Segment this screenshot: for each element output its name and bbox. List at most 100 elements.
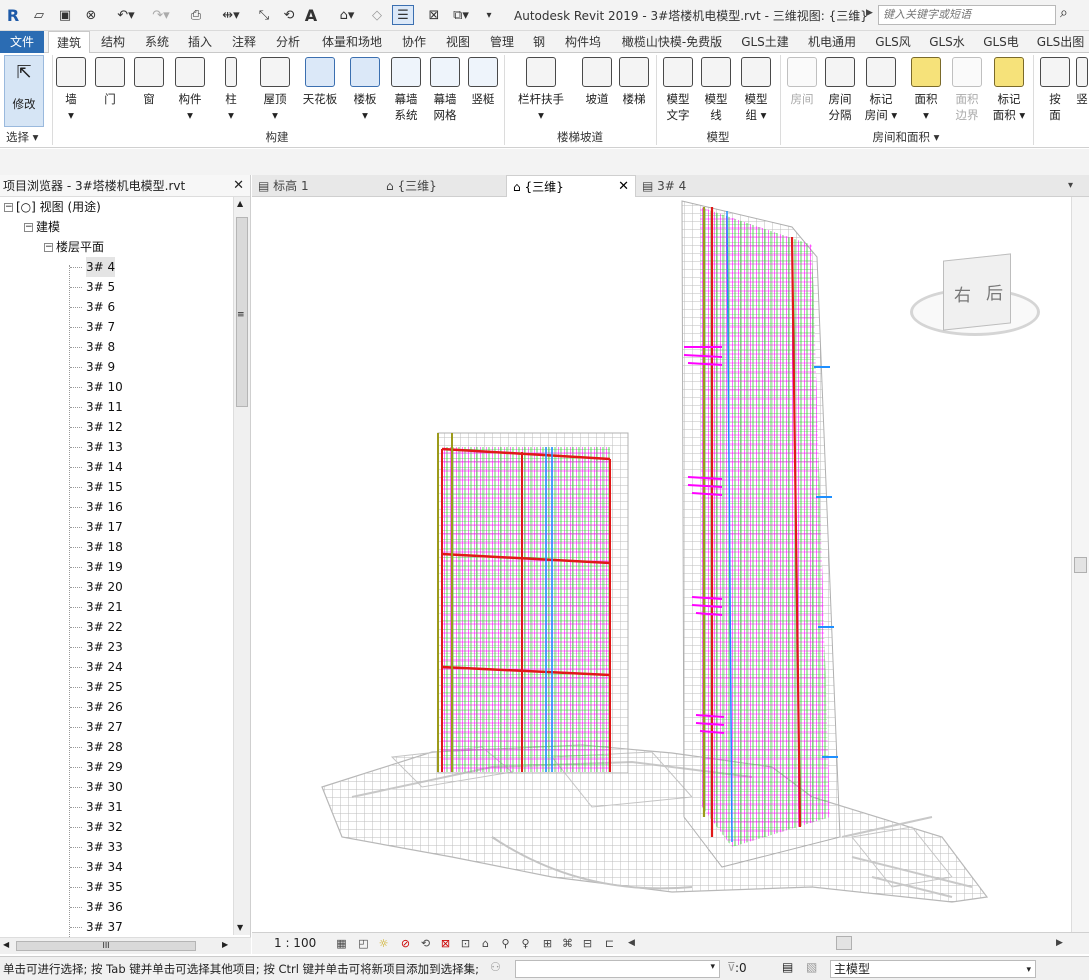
- dimension-icon[interactable]: ⤡: [254, 5, 274, 25]
- curtain-system-button[interactable]: 幕墙 系统: [387, 55, 425, 135]
- floor-plan-item[interactable]: 3# 31: [86, 797, 123, 817]
- floor-button[interactable]: 楼板 ▾: [346, 55, 384, 135]
- floor-plan-item[interactable]: 3# 6: [86, 297, 115, 317]
- customize-qat-icon[interactable]: ▾: [482, 5, 496, 25]
- chevron-down-icon[interactable]: ▾: [1026, 962, 1031, 978]
- wall-button[interactable]: 墙 ▾: [52, 55, 90, 135]
- measure-icon[interactable]: ⇹▾: [218, 5, 244, 25]
- floor-plan-item[interactable]: 3# 5: [86, 277, 115, 297]
- tabs-menu-icon[interactable]: ▾: [1068, 175, 1084, 197]
- tree-group[interactable]: − 建模: [24, 217, 60, 237]
- analytical-icon[interactable]: ⌘: [560, 936, 575, 951]
- floor-plan-item[interactable]: 3# 18: [86, 537, 123, 557]
- temp-view-icon[interactable]: ⊞: [540, 936, 555, 951]
- window-button[interactable]: 窗: [130, 55, 168, 135]
- shadows-icon[interactable]: ⊘: [398, 936, 413, 951]
- cube-back-label[interactable]: 后: [986, 279, 1003, 304]
- floor-plan-item[interactable]: 3# 36: [86, 897, 123, 917]
- editable-icon[interactable]: ▤: [782, 960, 793, 974]
- floor-plan-item[interactable]: 3# 27: [86, 717, 123, 737]
- tab-analyze[interactable]: 分析: [270, 31, 306, 53]
- floor-plan-item[interactable]: 3# 4: [86, 257, 116, 277]
- floor-plan-item[interactable]: 3# 34: [86, 857, 123, 877]
- area-button[interactable]: 面积 ▾: [907, 55, 945, 135]
- redo-icon[interactable]: ↷▾: [148, 5, 174, 25]
- floor-plan-item[interactable]: 3# 7: [86, 317, 115, 337]
- tab-collaborate[interactable]: 协作: [396, 31, 432, 53]
- floor-plan-item[interactable]: 3# 12: [86, 417, 123, 437]
- floor-plan-item[interactable]: 3# 32: [86, 817, 123, 837]
- tab-structure[interactable]: 结构: [95, 31, 131, 53]
- app-logo-icon[interactable]: R: [5, 5, 21, 25]
- floor-plan-item[interactable]: 3# 23: [86, 637, 123, 657]
- floor-plan-item[interactable]: 3# 17: [86, 517, 123, 537]
- close-icon[interactable]: ✕: [618, 176, 629, 198]
- reveal-hidden-icon[interactable]: ♀: [518, 936, 533, 951]
- floor-plan-item[interactable]: 3# 29: [86, 757, 123, 777]
- model-line-button[interactable]: 模型线: [697, 55, 735, 135]
- cube-right-label[interactable]: 右: [954, 281, 971, 306]
- tag-room-button[interactable]: 标记 房间 ▾: [862, 55, 900, 135]
- tab-architecture[interactable]: 建筑: [48, 31, 90, 54]
- design-option-dropdown[interactable]: 主模型 ▾: [830, 960, 1036, 978]
- close-icon[interactable]: ✕: [233, 175, 244, 197]
- chevron-right-icon[interactable]: ▶: [866, 8, 873, 18]
- floor-plan-item[interactable]: 3# 30: [86, 777, 123, 797]
- chevron-down-icon[interactable]: ▼: [237, 923, 243, 932]
- thin-lines-icon[interactable]: ☰: [392, 5, 414, 25]
- hide-isolate-icon[interactable]: ⚲: [498, 936, 513, 951]
- ramp-button[interactable]: 坡道: [578, 55, 616, 135]
- room-separator-button[interactable]: 房间 分隔: [821, 55, 859, 135]
- tab-file[interactable]: 文件: [0, 31, 44, 53]
- workset-dropdown[interactable]: ▾: [515, 960, 720, 978]
- scroll-thumb[interactable]: [1074, 557, 1087, 573]
- chevron-left-icon[interactable]: ◀: [624, 936, 639, 951]
- switch-windows-icon[interactable]: ⧉▾: [448, 5, 474, 25]
- render-icon[interactable]: ⟲: [418, 936, 433, 951]
- highlight-icon[interactable]: ⊟: [580, 936, 595, 951]
- chevron-left-icon[interactable]: ◀: [3, 940, 9, 949]
- tab-systems[interactable]: 系统: [139, 31, 175, 53]
- viewport-vertical-scrollbar[interactable]: [1071, 197, 1089, 932]
- tree-subgroup[interactable]: − 楼层平面: [44, 237, 104, 257]
- close-hidden-icon[interactable]: ⊠: [424, 5, 444, 25]
- tab-component-dock[interactable]: 构件坞: [559, 31, 607, 53]
- view-scale[interactable]: 1 : 100: [274, 936, 316, 950]
- floor-plan-item[interactable]: 3# 26: [86, 697, 123, 717]
- chevron-right-icon[interactable]: ▶: [222, 940, 228, 949]
- collapse-icon[interactable]: −: [4, 203, 13, 212]
- tab-manage[interactable]: 管理: [484, 31, 520, 53]
- floor-plan-item[interactable]: 3# 35: [86, 877, 123, 897]
- visual-style-icon[interactable]: ◰: [356, 936, 371, 951]
- roof-button[interactable]: 屋顶 ▾: [256, 55, 294, 135]
- view-cube[interactable]: 右 后: [910, 253, 1042, 343]
- component-button[interactable]: 构件 ▾: [171, 55, 209, 135]
- model-group-button[interactable]: 模型组 ▾: [737, 55, 775, 135]
- curtain-grid-button[interactable]: 幕墙 网格: [426, 55, 464, 135]
- floor-plan-item[interactable]: 3# 16: [86, 497, 123, 517]
- 3d-viewport[interactable]: 右 后: [252, 197, 1071, 932]
- select-dropdown[interactable]: 选择 ▾: [2, 129, 50, 146]
- constraints-icon[interactable]: ⊏: [602, 936, 617, 951]
- by-face-button[interactable]: 按面: [1037, 55, 1073, 135]
- mullion-button[interactable]: 竖梃: [464, 55, 502, 135]
- tab-3d-view[interactable]: ⌂ {三维}: [386, 175, 506, 197]
- tag-area-button[interactable]: 标记 面积 ▾: [990, 55, 1028, 135]
- floor-plan-item[interactable]: 3# 25: [86, 677, 123, 697]
- tab-glsoft-free[interactable]: 橄榄山快模-免费版: [616, 31, 728, 53]
- floor-plan-item[interactable]: 3# 9: [86, 357, 115, 377]
- floor-plan-item[interactable]: 3# 24: [86, 657, 123, 677]
- floor-plan-item[interactable]: 3# 10: [86, 377, 123, 397]
- 3d-view-icon[interactable]: ⌂▾: [334, 5, 360, 25]
- tree-root[interactable]: − [○] 视图 (用途): [4, 197, 101, 217]
- floor-plan-item[interactable]: 3# 15: [86, 477, 123, 497]
- floor-plan-item[interactable]: 3# 11: [86, 397, 123, 417]
- floor-plan-item[interactable]: 3# 28: [86, 737, 123, 757]
- binoculars-icon[interactable]: ⌕: [1060, 5, 1068, 21]
- tab-3d-view-active[interactable]: ⌂ {三维} ✕: [506, 175, 636, 198]
- design-options-icon[interactable]: ▧: [806, 960, 817, 974]
- tab-view[interactable]: 视图: [440, 31, 476, 53]
- stair-button[interactable]: 楼梯: [615, 55, 653, 135]
- model-text-button[interactable]: 模型 文字: [659, 55, 697, 135]
- chevron-down-icon[interactable]: ▾: [710, 962, 715, 972]
